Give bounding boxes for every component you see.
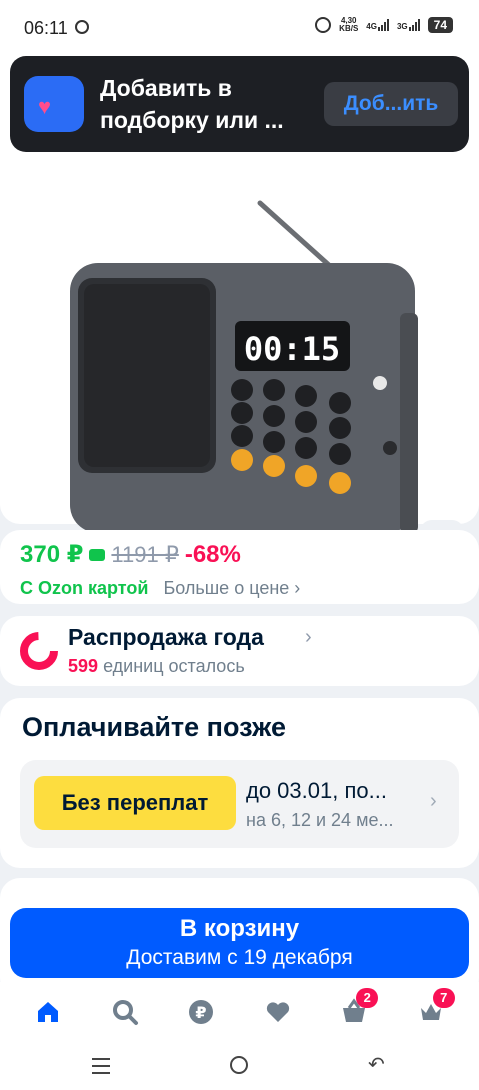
installment-option[interactable]: Без переплат до 03.01, по... на 6, 12 и … <box>20 760 459 848</box>
add-to-collection-toast: ♥ Добавить в подборку или ... Доб...ить <box>10 56 469 152</box>
sale-remaining: 599 единиц осталось <box>68 656 245 677</box>
discount-percent: -68% <box>184 540 241 568</box>
heart-icon <box>266 1002 289 1022</box>
delivery-date: Доставим с 19 декабря <box>126 946 353 969</box>
installment-deadline: до 03.01, по... <box>246 778 387 803</box>
bottom-navigation: ₽ 2 7 <box>0 982 479 1042</box>
toast-message: Добавить в подборку или ... <box>100 75 284 133</box>
search-icon <box>112 1000 138 1025</box>
nav-favorites[interactable] <box>258 992 298 1032</box>
ozon-card-label: С Ozon картой <box>20 578 149 598</box>
chevron-right-icon: › <box>430 790 437 812</box>
ruble-icon: ₽ <box>189 1000 214 1024</box>
more-about-price-link[interactable]: Больше о цене › <box>163 578 300 598</box>
price-row: 370 ₽ 1191 ₽ -68% <box>20 540 241 569</box>
add-to-cart-button[interactable]: В корзину Доставим с 19 декабря <box>10 908 469 978</box>
nav-cart[interactable]: 2 <box>334 988 379 1032</box>
back-icon[interactable]: ↶ <box>368 1052 385 1077</box>
signal-4g-icon: 4G <box>366 19 389 31</box>
product-image[interactable]: 00:15 <box>60 198 430 548</box>
radio-display-text: 00:15 <box>244 330 340 368</box>
old-price: 1191 ₽ <box>111 541 179 567</box>
system-navigation: ↶ <box>0 1042 479 1090</box>
add-to-cart-label: В корзину <box>179 915 300 942</box>
cart-badge: 2 <box>356 988 379 1008</box>
recent-apps-icon[interactable] <box>92 1058 110 1079</box>
nav-finance[interactable]: ₽ <box>181 992 221 1032</box>
heart-icon: ♥ <box>38 94 52 119</box>
sale-title: Распродажа года <box>68 624 264 650</box>
pay-later-title: Оплачивайте позже <box>22 712 286 742</box>
collection-app-icon: ♥ <box>24 76 84 132</box>
chevron-right-icon: › <box>294 578 301 598</box>
sale-remaining-label: единиц осталось <box>103 656 245 676</box>
pay-later-card: Оплачивайте позже Без переплат до 03.01,… <box>0 698 479 868</box>
signal-3g-icon: 3G <box>397 19 420 31</box>
nav-search[interactable] <box>105 992 145 1032</box>
ozon-card-row: С Ozon картой Больше о цене › <box>20 578 300 599</box>
status-time: 06:11 <box>24 18 68 38</box>
alarm-clock-icon <box>315 17 332 33</box>
sale-logo-icon <box>20 632 58 670</box>
installment-terms: на 6, 12 и 24 ме... <box>246 810 394 830</box>
battery-icon: 74 <box>427 17 453 33</box>
no-overpay-badge: Без переплат <box>34 776 236 830</box>
ozon-card-icon <box>89 548 106 561</box>
status-icons: 4,30 KB/S 4G 3G 74 <box>315 17 453 33</box>
network-speed: 4,30 KB/S <box>339 16 359 33</box>
toast-add-button[interactable]: Доб...ить <box>324 82 458 126</box>
svg-text:₽: ₽ <box>196 1003 207 1022</box>
home-circle-icon[interactable] <box>230 1056 248 1074</box>
nav-home[interactable] <box>28 992 68 1032</box>
chevron-right-icon: › <box>305 626 312 648</box>
home-icon <box>38 1002 59 1022</box>
alarm-icon <box>75 20 89 34</box>
profile-badge: 7 <box>432 988 455 1008</box>
sale-count: 599 <box>68 656 99 676</box>
nav-profile[interactable]: 7 <box>411 988 455 1032</box>
price-card[interactable]: 370 ₽ 1191 ₽ -68% С Ozon картой Больше о… <box>0 530 479 604</box>
current-price: 370 ₽ <box>20 541 84 568</box>
sale-banner[interactable]: Распродажа года › 599 единиц осталось <box>0 616 479 686</box>
